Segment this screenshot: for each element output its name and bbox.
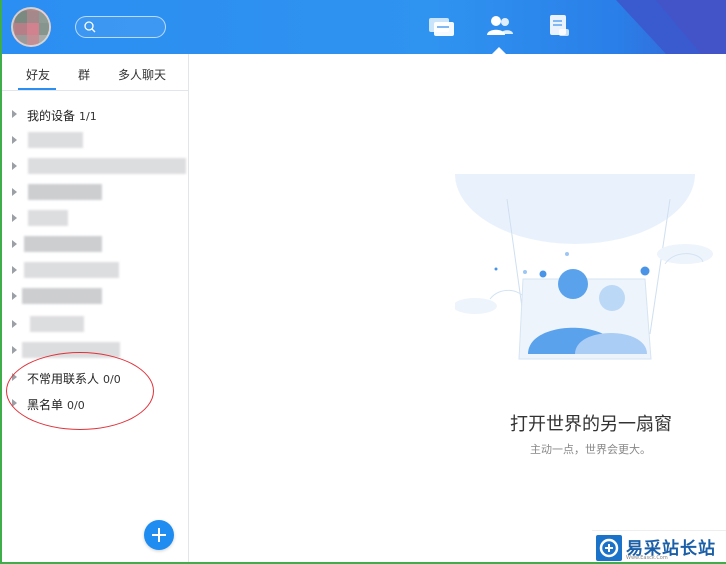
contact-group[interactable] (0, 207, 189, 231)
active-nav-indicator (492, 47, 506, 54)
search-input[interactable] (75, 16, 166, 38)
contact-group[interactable]: 我的设备 1/1 (0, 103, 189, 127)
annotation-highlight-ellipse (6, 352, 154, 430)
contact-group[interactable] (0, 233, 189, 257)
active-tab-underline (18, 88, 56, 90)
title-bar (0, 0, 726, 54)
redacted-group-name (30, 316, 84, 332)
expand-arrow-icon (12, 162, 17, 170)
empty-state-headline: 打开世界的另一扇窗 (510, 414, 672, 435)
redacted-group-name (28, 184, 102, 200)
watermark-logo-icon (596, 535, 622, 561)
redacted-group-name (28, 158, 186, 174)
expand-arrow-icon (12, 214, 17, 222)
expand-arrow-icon (12, 320, 17, 328)
contacts-sidebar: 好友 群 多人聊天 我的设备 1/1 不常用联系人 0/0 黑名单 0/0 (0, 54, 189, 564)
watermark-subtext: Www.Easck.Com (626, 555, 668, 561)
tab-multi-chat[interactable]: 多人聊天 (118, 66, 166, 83)
expand-arrow-icon (12, 188, 17, 196)
header-corner-decoration (616, 0, 726, 54)
expand-arrow-icon (12, 346, 17, 354)
redacted-group-name (24, 236, 102, 252)
expand-arrow-icon (12, 136, 17, 144)
tab-friends[interactable]: 好友 (26, 66, 50, 83)
contacts-icon[interactable] (485, 12, 515, 40)
expand-arrow-icon (12, 292, 17, 300)
redacted-group-name (24, 262, 119, 278)
add-contact-button[interactable] (144, 520, 174, 550)
redacted-group-name (22, 288, 102, 304)
contact-group[interactable] (0, 181, 189, 205)
group-name: 我的设备 1/1 (27, 109, 97, 123)
site-watermark: 易采站长站 Www.Easck.Com (592, 530, 726, 564)
redacted-group-name (28, 132, 83, 148)
expand-arrow-icon (12, 240, 17, 248)
documents-icon[interactable] (545, 12, 575, 40)
contact-group[interactable] (0, 155, 189, 179)
main-panel: 打开世界的另一扇窗 主动一点，世界会更大。 (190, 54, 726, 564)
redacted-group-name (28, 210, 68, 226)
user-avatar[interactable] (11, 7, 51, 47)
expand-arrow-icon (12, 266, 17, 274)
expand-arrow-icon (12, 110, 17, 118)
contact-group[interactable] (0, 313, 189, 337)
hot-air-balloon-illustration (455, 114, 726, 360)
contact-group[interactable] (0, 259, 189, 283)
tab-groups[interactable]: 群 (78, 66, 90, 83)
search-icon (84, 21, 96, 33)
contacts-tabs: 好友 群 多人聊天 (0, 54, 188, 91)
message-icon[interactable] (426, 12, 456, 40)
contact-group[interactable] (0, 129, 189, 153)
contact-group[interactable] (0, 285, 189, 309)
empty-state-subline: 主动一点，世界会更大。 (530, 443, 651, 456)
group-count: 1/1 (79, 110, 97, 123)
